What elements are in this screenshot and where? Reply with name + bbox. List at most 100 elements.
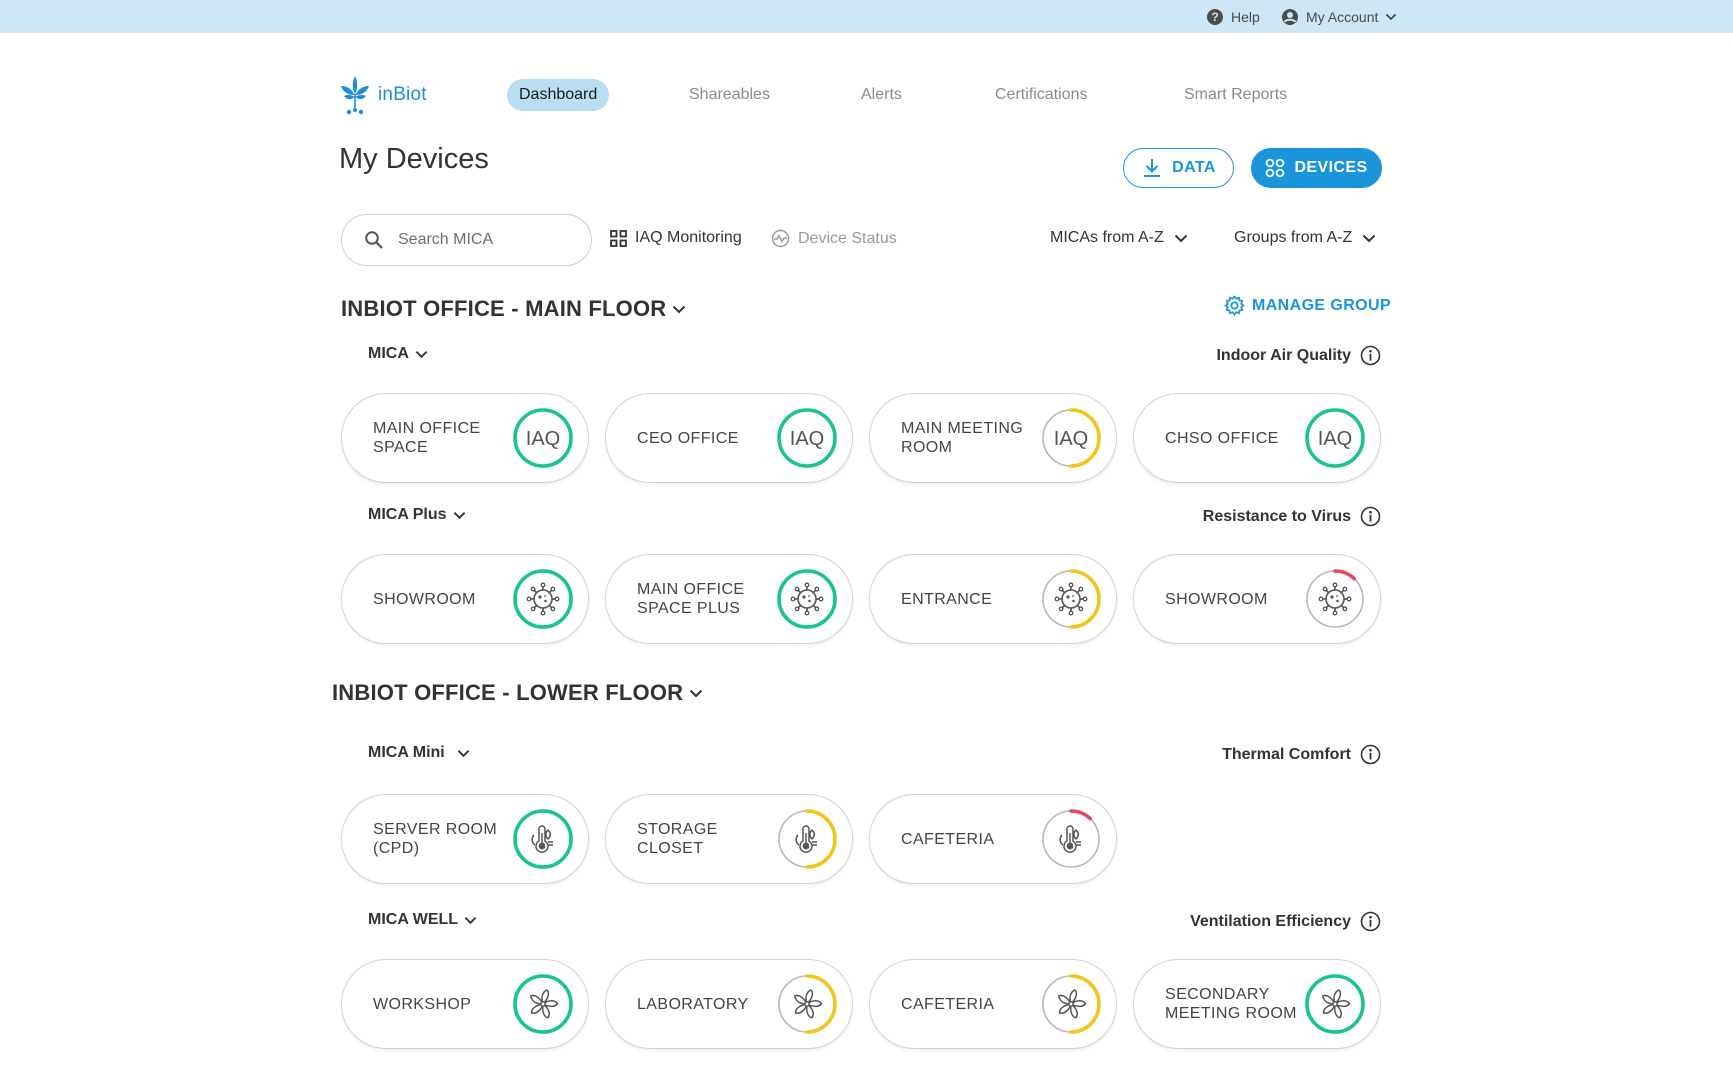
device-name: CAFETERIA <box>901 830 995 848</box>
device-card[interactable]: CEO OFFICE IAQ <box>605 393 853 483</box>
thermometer-icon <box>1059 825 1081 853</box>
status-ring: IAQ <box>513 408 573 468</box>
status-ring <box>1305 569 1365 629</box>
account-menu[interactable]: My Account <box>1281 0 1397 33</box>
metric-ventilation-efficiency: Ventilation Efficiency <box>1190 911 1381 932</box>
ring-progress <box>513 809 573 869</box>
device-name: MAIN MEETING ROOM <box>901 420 1024 456</box>
account-icon <box>1282 8 1298 25</box>
section-title-label: MICA Mini <box>368 744 445 761</box>
device-name: CAFETERIA <box>901 995 995 1013</box>
device-name: MAIN OFFICE SPACE <box>373 420 481 456</box>
nav-smart-reports[interactable]: Smart Reports <box>1184 79 1287 111</box>
info-icon[interactable] <box>1360 744 1381 765</box>
devices-button-label: DEVICES <box>1294 159 1368 176</box>
device-name: ENTRANCE <box>901 590 993 608</box>
search-input[interactable] <box>398 231 568 249</box>
data-button[interactable]: DATA <box>1123 148 1234 188</box>
virus-icon <box>1054 582 1088 616</box>
device-card[interactable]: ENTRANCE <box>869 554 1117 644</box>
fan-icon <box>1322 989 1351 1019</box>
iaq-label-icon: IAQ <box>1318 428 1352 450</box>
top-bar: ? Help My Account <box>0 0 1733 33</box>
metric-label: Resistance to Virus <box>1202 507 1351 525</box>
data-button-label: DATA <box>1172 159 1216 176</box>
device-card[interactable]: STORAGE CLOSET <box>605 794 853 884</box>
chevron-down-icon <box>464 916 477 924</box>
status-ring <box>1041 809 1101 869</box>
device-card[interactable]: MAIN OFFICE SPACE PLUS <box>605 554 853 644</box>
nav-certifications[interactable]: Certifications <box>995 79 1087 111</box>
metric-label: Ventilation Efficiency <box>1190 912 1351 930</box>
section-title-mica-well[interactable]: MICA WELL <box>368 911 477 929</box>
device-name: WORKSHOP <box>373 995 472 1013</box>
status-ring <box>777 809 837 869</box>
info-icon[interactable] <box>1360 345 1381 366</box>
download-icon <box>1144 159 1161 177</box>
logo[interactable]: inBiot <box>338 74 427 116</box>
nav-dashboard[interactable]: Dashboard <box>507 79 610 111</box>
iaq-label-icon: IAQ <box>1054 428 1088 450</box>
group-title-lower-floor[interactable]: INBIOT OFFICE - LOWER FLOOR <box>332 680 703 706</box>
chevron-down-icon <box>457 749 469 757</box>
page-title: My Devices <box>339 143 489 175</box>
chevron-down-icon <box>690 689 703 697</box>
info-icon[interactable] <box>1360 911 1381 932</box>
status-ring <box>777 569 837 629</box>
device-name: SHOWROOM <box>1165 590 1268 608</box>
metric-label: Thermal Comfort <box>1222 745 1351 763</box>
device-card[interactable]: SERVER ROOM (CPD) <box>341 794 589 884</box>
metric-resistance-to-virus: Resistance to Virus <box>1203 506 1381 527</box>
device-card[interactable]: CHSO OFFICE IAQ <box>1133 393 1381 483</box>
fan-icon <box>794 989 823 1019</box>
status-ring <box>1305 974 1365 1034</box>
device-card[interactable]: CAFETERIA <box>869 959 1117 1049</box>
fan-icon <box>1058 989 1087 1019</box>
section-title-mica-plus[interactable]: MICA Plus <box>368 506 466 524</box>
status-ring: IAQ <box>1041 408 1101 468</box>
nav-alerts[interactable]: Alerts <box>861 79 902 111</box>
section-title-mica[interactable]: MICA <box>368 345 428 363</box>
metric-indoor-air-quality: Indoor Air Quality <box>1216 345 1381 366</box>
devices-button[interactable]: DEVICES <box>1251 148 1382 188</box>
device-card[interactable]: LABORATORY <box>605 959 853 1049</box>
device-card[interactable]: MAIN OFFICE SPACE IAQ <box>341 393 589 483</box>
group-title-main-floor[interactable]: INBIOT OFFICE - MAIN FLOOR <box>341 296 686 322</box>
status-ring <box>513 809 573 869</box>
chevron-down-icon <box>673 305 686 313</box>
device-name: STORAGE CLOSET <box>637 821 718 857</box>
sort-micas-dropdown[interactable]: MICAs from A-Z <box>1050 229 1188 247</box>
search-icon <box>365 231 383 249</box>
device-card[interactable]: SHOWROOM <box>341 554 589 644</box>
pulse-status-icon <box>771 229 790 248</box>
sort-groups-dropdown[interactable]: Groups from A-Z <box>1234 229 1376 247</box>
device-card[interactable]: SHOWROOM <box>1133 554 1381 644</box>
device-name: CEO OFFICE <box>637 429 739 447</box>
help-link[interactable]: ? Help <box>1206 0 1260 33</box>
iaq-label-icon: IAQ <box>526 428 560 450</box>
device-card[interactable]: WORKSHOP <box>341 959 589 1049</box>
status-ring: IAQ <box>777 408 837 468</box>
device-status-toggle[interactable]: Device Status <box>771 229 897 248</box>
device-name: SHOWROOM <box>373 590 476 608</box>
device-card[interactable]: CAFETERIA <box>869 794 1117 884</box>
metric-thermal-comfort: Thermal Comfort <box>1222 744 1381 765</box>
group-title-label: INBIOT OFFICE - LOWER FLOOR <box>332 680 684 705</box>
chevron-down-icon <box>1363 234 1376 242</box>
section-title-label: MICA WELL <box>368 911 459 928</box>
search-box[interactable] <box>341 214 592 266</box>
device-name: SECONDARY MEETING ROOM <box>1165 986 1297 1022</box>
chevron-down-icon <box>1386 13 1397 20</box>
nav-shareables[interactable]: Shareables <box>689 79 770 111</box>
manage-group-button[interactable]: MANAGE GROUP <box>1224 295 1391 316</box>
virus-icon <box>526 582 560 616</box>
virus-icon <box>1318 582 1352 616</box>
info-icon[interactable] <box>1360 506 1381 527</box>
status-ring <box>513 569 573 629</box>
iaq-monitoring-toggle[interactable]: IAQ Monitoring <box>610 229 742 247</box>
device-card[interactable]: SECONDARY MEETING ROOM <box>1133 959 1381 1049</box>
device-card[interactable]: MAIN MEETING ROOM IAQ <box>869 393 1117 483</box>
chevron-down-icon <box>415 350 428 358</box>
section-title-mica-mini[interactable]: MICA Mini <box>368 744 470 762</box>
iaq-monitoring-label: IAQ Monitoring <box>635 229 742 246</box>
